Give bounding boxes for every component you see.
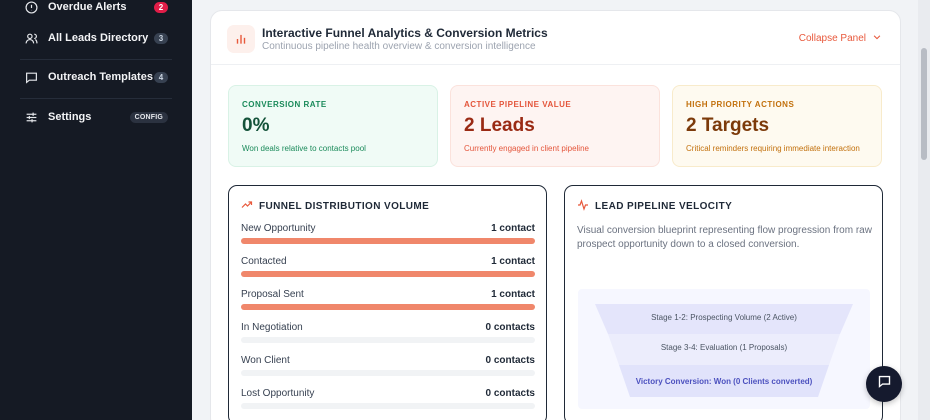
funnel-analytics-panel: Interactive Funnel Analytics & Conversio… — [210, 10, 901, 420]
activity-icon — [577, 199, 589, 214]
lead-pipeline-velocity-card: LEAD PIPELINE VELOCITY Visual conversion… — [564, 185, 883, 420]
high-priority-card: HIGH PRIORITY ACTIONS 2 Targets Critical… — [672, 85, 882, 167]
panel-title: Interactive Funnel Analytics & Conversio… — [262, 26, 548, 40]
funnel-row: Contacted 1 contact — [241, 256, 535, 284]
stat-value: 2 Targets — [686, 115, 770, 136]
panel-header: Interactive Funnel Analytics & Conversio… — [211, 11, 900, 65]
funnel-row-count: 1 contact — [491, 256, 535, 267]
velocity-card-title-text: LEAD PIPELINE VELOCITY — [595, 201, 733, 212]
sidebar-item-all-leads[interactable]: All Leads Directory 3 — [0, 23, 192, 53]
sliders-icon — [24, 110, 38, 124]
alert-circle-icon — [24, 0, 38, 14]
trending-up-icon — [241, 199, 253, 214]
stat-value: 0% — [242, 115, 270, 136]
funnel-row-label: Proposal Sent — [241, 289, 304, 300]
conversion-rate-card: CONVERSION RATE 0% Won deals relative to… — [228, 85, 438, 167]
sidebar-item-label: Outreach Templates — [48, 71, 153, 83]
stat-note: Critical reminders requiring immediate i… — [686, 144, 860, 153]
velocity-description: Visual conversion blueprint representing… — [577, 225, 872, 250]
funnel-bar-track — [241, 337, 535, 343]
sidebar-divider — [20, 59, 172, 60]
scrollbar-thumb[interactable] — [921, 48, 927, 160]
funnel-bar-track — [241, 271, 535, 277]
templates-count-badge: 4 — [154, 71, 168, 83]
chevron-down-icon — [872, 32, 882, 45]
stat-label: HIGH PRIORITY ACTIONS — [686, 100, 795, 109]
sidebar-item-label: Overdue Alerts — [48, 1, 127, 13]
stat-note: Won deals relative to contacts pool — [242, 144, 366, 153]
users-icon — [24, 31, 38, 45]
funnel-bar-track — [241, 403, 535, 409]
funnel-row: Proposal Sent 1 contact — [241, 289, 535, 317]
page-scrollbar[interactable] — [918, 0, 930, 420]
leads-count-badge: 3 — [154, 32, 168, 44]
funnel-row-count: 1 contact — [491, 289, 535, 300]
funnel-stage-2-label: Stage 3-4: Evaluation (1 Proposals) — [660, 343, 788, 352]
sidebar-item-outreach-templates[interactable]: Outreach Templates 4 — [0, 62, 192, 92]
funnel-row-label: New Opportunity — [241, 223, 316, 234]
funnel-row: New Opportunity 1 contact — [241, 223, 535, 251]
funnel-bar-track — [241, 304, 535, 310]
funnel-row-label: Lost Opportunity — [241, 388, 315, 399]
velocity-card-title: LEAD PIPELINE VELOCITY — [577, 199, 732, 214]
main-content: Interactive Funnel Analytics & Conversio… — [192, 0, 918, 420]
sidebar: Overdue Alerts 2 All Leads Directory 3 O… — [0, 0, 192, 420]
funnel-stage-3-label: Victory Conversion: Won (0 Clients conve… — [635, 377, 813, 386]
stat-value: 2 Leads — [464, 115, 535, 136]
funnel-row-label: Contacted — [241, 256, 287, 267]
bar-chart-icon — [227, 25, 255, 53]
active-pipeline-card: ACTIVE PIPELINE VALUE 2 Leads Currently … — [450, 85, 660, 167]
funnel-row: Lost Opportunity 0 contacts — [241, 388, 535, 416]
sidebar-item-settings[interactable]: Settings CONFIG — [0, 102, 192, 132]
message-square-icon — [24, 70, 38, 84]
funnel-row: In Negotiation 0 contacts — [241, 322, 535, 350]
sidebar-item-label: Settings — [48, 111, 92, 123]
config-badge: CONFIG — [129, 111, 168, 123]
funnel-bar-fill — [241, 304, 535, 310]
sidebar-divider — [20, 98, 172, 99]
chat-icon — [877, 374, 892, 394]
funnel-distribution-card: FUNNEL DISTRIBUTION VOLUME New Opportuni… — [228, 185, 547, 420]
sidebar-item-label: All Leads Directory — [48, 32, 149, 44]
funnel-row-count: 0 contacts — [485, 388, 535, 399]
sidebar-item-overdue-alerts[interactable]: Overdue Alerts 2 — [0, 0, 192, 22]
stat-label: ACTIVE PIPELINE VALUE — [464, 100, 572, 109]
funnel-row-count: 0 contacts — [485, 322, 535, 333]
funnel-stage-1-label: Stage 1-2: Prospecting Volume (2 Active) — [651, 313, 797, 322]
chat-button[interactable] — [866, 366, 902, 402]
panel-subtitle: Continuous pipeline health overview & co… — [262, 41, 536, 52]
stat-label: CONVERSION RATE — [242, 100, 327, 109]
funnel-row-label: Won Client — [241, 355, 290, 366]
funnel-row-count: 0 contacts — [485, 355, 535, 366]
funnel-card-title-text: FUNNEL DISTRIBUTION VOLUME — [259, 201, 430, 212]
funnel-visual: Stage 1-2: Prospecting Volume (2 Active)… — [578, 289, 870, 409]
collapse-panel-button[interactable]: Collapse Panel — [799, 32, 882, 45]
funnel-bar-track — [241, 238, 535, 244]
collapse-panel-label: Collapse Panel — [798, 33, 866, 44]
stat-note: Currently engaged in client pipeline — [464, 144, 589, 153]
overdue-count-badge: 2 — [154, 1, 168, 13]
funnel-row-count: 1 contact — [491, 223, 535, 234]
funnel-bar-fill — [241, 271, 535, 277]
funnel-row: Won Client 0 contacts — [241, 355, 535, 383]
funnel-bar-track — [241, 370, 535, 376]
funnel-row-label: In Negotiation — [241, 322, 303, 333]
funnel-card-title: FUNNEL DISTRIBUTION VOLUME — [241, 199, 429, 214]
funnel-bar-fill — [241, 238, 535, 244]
